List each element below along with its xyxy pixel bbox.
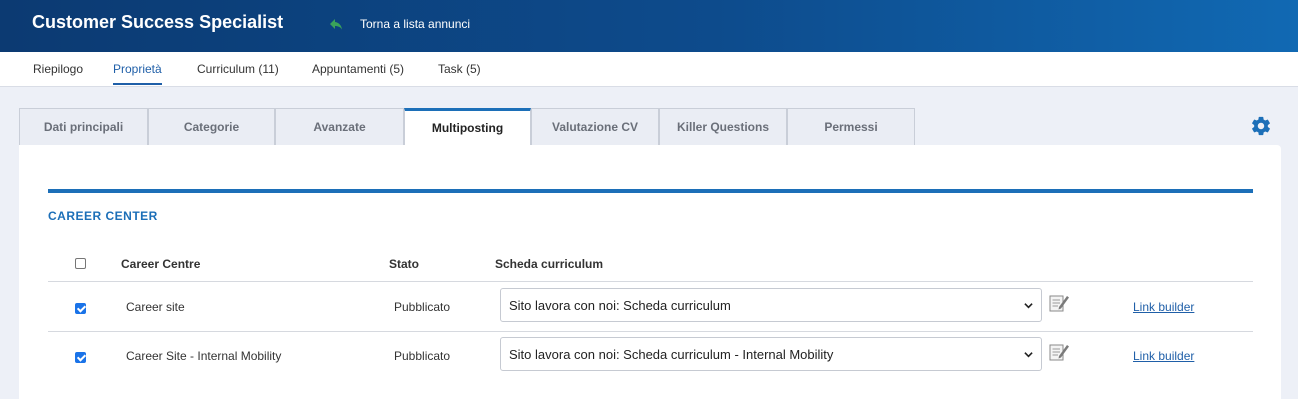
scheda-curriculum-value: Sito lavora con noi: Scheda curriculum -…: [509, 347, 834, 362]
subnav-task[interactable]: Task (5): [438, 62, 481, 76]
back-to-list-link[interactable]: Torna a lista annunci: [328, 16, 470, 32]
career-centre-name: Career Site - Internal Mobility: [126, 349, 282, 363]
tab-valutazione-cv[interactable]: Valutazione CV: [531, 108, 659, 145]
career-center-title: CAREER CENTER: [48, 209, 158, 223]
column-scheda-curriculum: Scheda curriculum: [495, 257, 604, 271]
stato-value: Pubblicato: [394, 349, 451, 363]
subnav-appuntamenti[interactable]: Appuntamenti (5): [312, 62, 404, 76]
row-divider: [48, 331, 1253, 332]
subnav-curriculum[interactable]: Curriculum (11): [197, 62, 279, 76]
select-all-checkbox[interactable]: [75, 258, 86, 269]
tab-avanzate[interactable]: Avanzate: [275, 108, 404, 145]
section-divider: [48, 189, 1253, 193]
chevron-down-icon: [1024, 303, 1033, 309]
tab-killer-questions[interactable]: Killer Questions: [659, 108, 787, 145]
edit-document-icon[interactable]: [1048, 341, 1070, 363]
tab-multiposting[interactable]: Multiposting: [404, 108, 531, 145]
row-checkbox[interactable]: [75, 352, 86, 363]
page-title: Customer Success Specialist: [32, 12, 284, 32]
tab-categorie[interactable]: Categorie: [148, 108, 275, 145]
sub-navigation: Riepilogo Proprietà Curriculum (11) Appu…: [0, 52, 1298, 87]
row-checkbox[interactable]: [75, 303, 86, 314]
column-stato: Stato: [389, 257, 419, 271]
top-header-bar: Customer Success Specialist Torna a list…: [0, 0, 1298, 52]
edit-document-icon[interactable]: [1048, 292, 1070, 314]
reply-arrow-icon: [330, 19, 342, 30]
gear-icon[interactable]: [1250, 115, 1272, 137]
subnav-proprieta[interactable]: Proprietà: [113, 62, 162, 85]
scheda-curriculum-value: Sito lavora con noi: Scheda curriculum: [509, 298, 731, 313]
stato-value: Pubblicato: [394, 300, 451, 314]
career-centre-name: Career site: [126, 300, 185, 314]
header-divider: [48, 281, 1253, 282]
scheda-curriculum-select[interactable]: Sito lavora con noi: Scheda curriculum: [500, 288, 1042, 322]
subnav-riepilogo[interactable]: Riepilogo: [33, 62, 83, 76]
chevron-down-icon: [1024, 352, 1033, 358]
back-to-list-label: Torna a lista annunci: [360, 17, 471, 31]
multiposting-panel: CAREER CENTER Career Centre Stato Scheda…: [19, 145, 1281, 399]
column-career-centre: Career Centre: [121, 257, 201, 271]
tab-permessi[interactable]: Permessi: [787, 108, 915, 145]
tab-dati-principali[interactable]: Dati principali: [19, 108, 148, 145]
scheda-curriculum-select[interactable]: Sito lavora con noi: Scheda curriculum -…: [500, 337, 1042, 371]
link-builder-link[interactable]: Link builder: [1133, 349, 1194, 363]
link-builder-link[interactable]: Link builder: [1133, 300, 1194, 314]
